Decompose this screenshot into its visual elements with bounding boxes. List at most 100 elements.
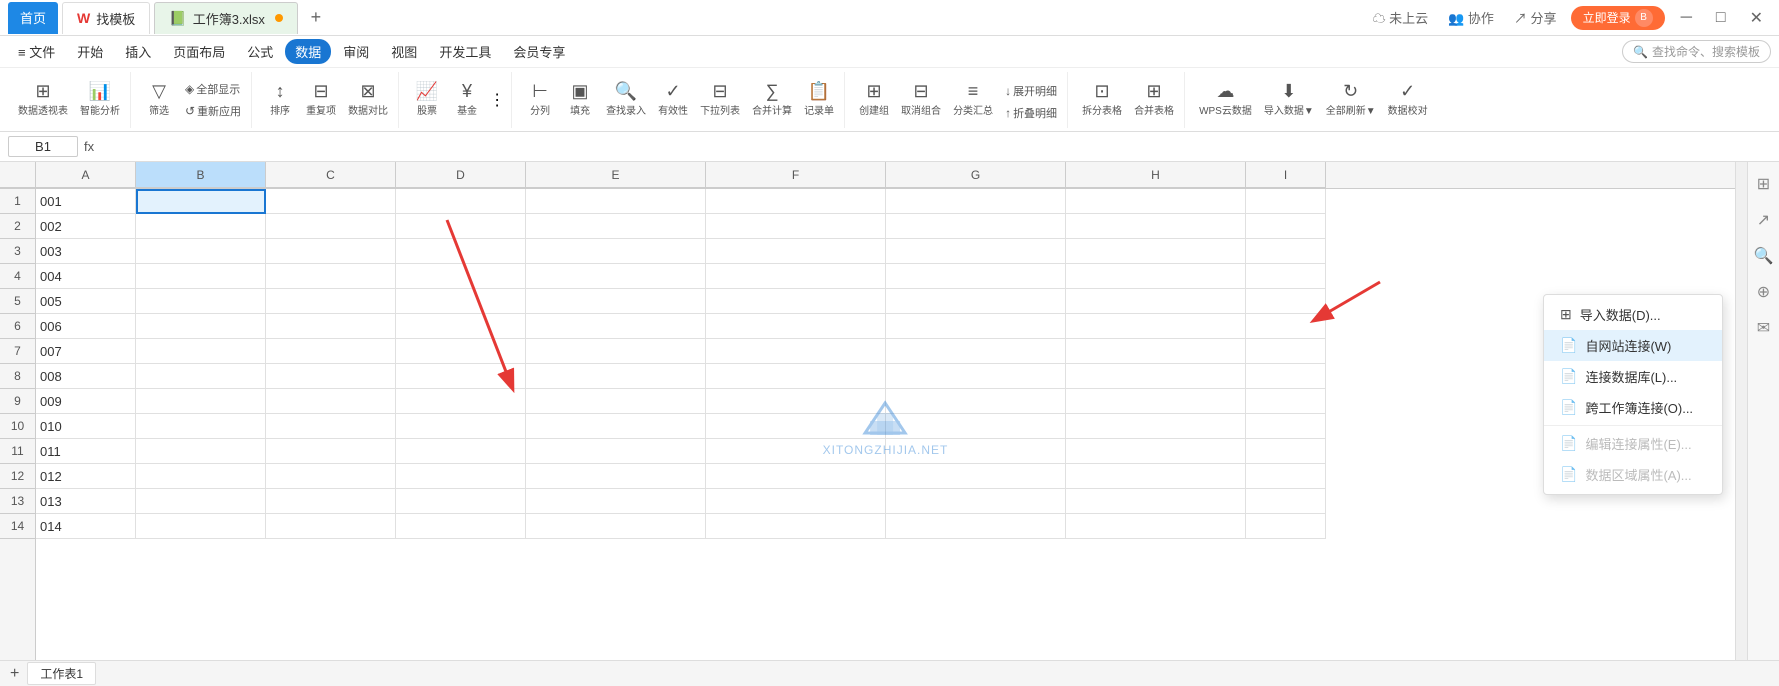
cell-F8[interactable]: [706, 364, 886, 389]
row-header-5[interactable]: 5: [0, 289, 35, 314]
cell-G3[interactable]: [886, 239, 1066, 264]
cell-H12[interactable]: [1066, 464, 1246, 489]
cell-B8[interactable]: [136, 364, 266, 389]
login-button[interactable]: 立即登录 B: [1571, 6, 1665, 30]
row-header-14[interactable]: 14: [0, 514, 35, 539]
cell-A13[interactable]: 013: [36, 489, 136, 514]
cell-D13[interactable]: [396, 489, 526, 514]
cell-I1[interactable]: [1246, 189, 1326, 214]
cell-I10[interactable]: [1246, 414, 1326, 439]
cell-G8[interactable]: [886, 364, 1066, 389]
cell-E6[interactable]: [526, 314, 706, 339]
cell-A10[interactable]: 010: [36, 414, 136, 439]
cell-I5[interactable]: [1246, 289, 1326, 314]
formula-function-icon[interactable]: fx: [84, 139, 94, 154]
cell-A3[interactable]: 003: [36, 239, 136, 264]
cell-I8[interactable]: [1246, 364, 1326, 389]
cell-H9[interactable]: [1066, 389, 1246, 414]
cell-D2[interactable]: [396, 214, 526, 239]
cell-F4[interactable]: [706, 264, 886, 289]
cell-G11[interactable]: [886, 439, 1066, 464]
toolbar-validation[interactable]: ✓ 有效性: [654, 80, 692, 119]
cell-C2[interactable]: [266, 214, 396, 239]
cell-C4[interactable]: [266, 264, 396, 289]
cell-C5[interactable]: [266, 289, 396, 314]
row-header-11[interactable]: 11: [0, 439, 35, 464]
toolbar-stock[interactable]: 📈 股票: [409, 80, 445, 119]
cell-D9[interactable]: [396, 389, 526, 414]
cell-C1[interactable]: [266, 189, 396, 214]
cell-D6[interactable]: [396, 314, 526, 339]
cell-I14[interactable]: [1246, 514, 1326, 539]
col-header-B[interactable]: B: [136, 162, 266, 188]
cell-G10[interactable]: [886, 414, 1066, 439]
toolbar-group-data[interactable]: ⊞ 创建组: [855, 80, 893, 119]
cell-G6[interactable]: [886, 314, 1066, 339]
cell-E5[interactable]: [526, 289, 706, 314]
toolbar-data-compare[interactable]: ⊠ 数据对比: [344, 80, 392, 119]
toolbar-lookup-entry[interactable]: 🔍 查找录入: [602, 80, 650, 119]
toolbar-fund[interactable]: ¥ 基金: [449, 80, 485, 119]
cell-F11[interactable]: [706, 439, 886, 464]
cloud-btn[interactable]: ☁ 未上云: [1367, 6, 1435, 29]
row-header-1[interactable]: 1: [0, 189, 35, 214]
row-header-12[interactable]: 12: [0, 464, 35, 489]
cell-H13[interactable]: [1066, 489, 1246, 514]
cell-H8[interactable]: [1066, 364, 1246, 389]
tab-excel[interactable]: 📗 工作簿3.xlsx: [154, 2, 298, 34]
col-header-E[interactable]: E: [526, 162, 706, 188]
maximize-button[interactable]: □: [1708, 9, 1734, 27]
toolbar-ungroup[interactable]: ⊟ 取消组合: [897, 80, 945, 119]
cell-I2[interactable]: [1246, 214, 1326, 239]
cell-G12[interactable]: [886, 464, 1066, 489]
cell-C10[interactable]: [266, 414, 396, 439]
cell-D4[interactable]: [396, 264, 526, 289]
col-header-D[interactable]: D: [396, 162, 526, 188]
cell-A5[interactable]: 005: [36, 289, 136, 314]
cell-E12[interactable]: [526, 464, 706, 489]
sidebar-grid-icon[interactable]: ⊞: [1753, 170, 1774, 198]
cell-F9[interactable]: [706, 389, 886, 414]
toolbar-record[interactable]: 📋 记录单: [800, 80, 838, 119]
add-sheet-button[interactable]: +: [4, 665, 25, 683]
cell-A11[interactable]: 011: [36, 439, 136, 464]
cell-H4[interactable]: [1066, 264, 1246, 289]
sidebar-add-icon[interactable]: ⊕: [1753, 278, 1774, 306]
cell-A14[interactable]: 014: [36, 514, 136, 539]
row-header-9[interactable]: 9: [0, 389, 35, 414]
cell-A6[interactable]: 006: [36, 314, 136, 339]
tab-wps[interactable]: W 找模板: [62, 2, 150, 34]
dropdown-import-data[interactable]: ⊞ 导入数据(D)...: [1544, 299, 1722, 330]
toolbar-duplicate[interactable]: ⊟ 重复项: [302, 80, 340, 119]
cell-G14[interactable]: [886, 514, 1066, 539]
dropdown-workbook-connect[interactable]: 📄 跨工作簿连接(O)...: [1544, 392, 1722, 423]
cell-C12[interactable]: [266, 464, 396, 489]
cell-B3[interactable]: [136, 239, 266, 264]
cell-D1[interactable]: [396, 189, 526, 214]
toolbar-refresh-all[interactable]: ↻ 全部刷新▼: [1322, 80, 1380, 119]
cell-H6[interactable]: [1066, 314, 1246, 339]
cell-D7[interactable]: [396, 339, 526, 364]
toolbar-show-all[interactable]: ◈ 全部显示: [181, 79, 245, 99]
menu-devtools[interactable]: 开发工具: [429, 39, 501, 64]
cell-I6[interactable]: [1246, 314, 1326, 339]
toolbar-split-table[interactable]: ⊡ 拆分表格: [1078, 80, 1126, 119]
cell-F3[interactable]: [706, 239, 886, 264]
cell-B7[interactable]: [136, 339, 266, 364]
cell-I12[interactable]: [1246, 464, 1326, 489]
cell-C3[interactable]: [266, 239, 396, 264]
cell-B13[interactable]: [136, 489, 266, 514]
cell-B5[interactable]: [136, 289, 266, 314]
cell-E3[interactable]: [526, 239, 706, 264]
cell-I4[interactable]: [1246, 264, 1326, 289]
tab-home[interactable]: 首页: [8, 2, 58, 34]
cell-G5[interactable]: [886, 289, 1066, 314]
row-header-7[interactable]: 7: [0, 339, 35, 364]
cell-C8[interactable]: [266, 364, 396, 389]
cell-A4[interactable]: 004: [36, 264, 136, 289]
cell-F13[interactable]: [706, 489, 886, 514]
toolbar-pivot-table[interactable]: ⊞ 数据透视表: [14, 80, 72, 119]
toolbar-consolidate[interactable]: ∑ 合并计算: [748, 80, 796, 119]
cell-C7[interactable]: [266, 339, 396, 364]
cell-I13[interactable]: [1246, 489, 1326, 514]
